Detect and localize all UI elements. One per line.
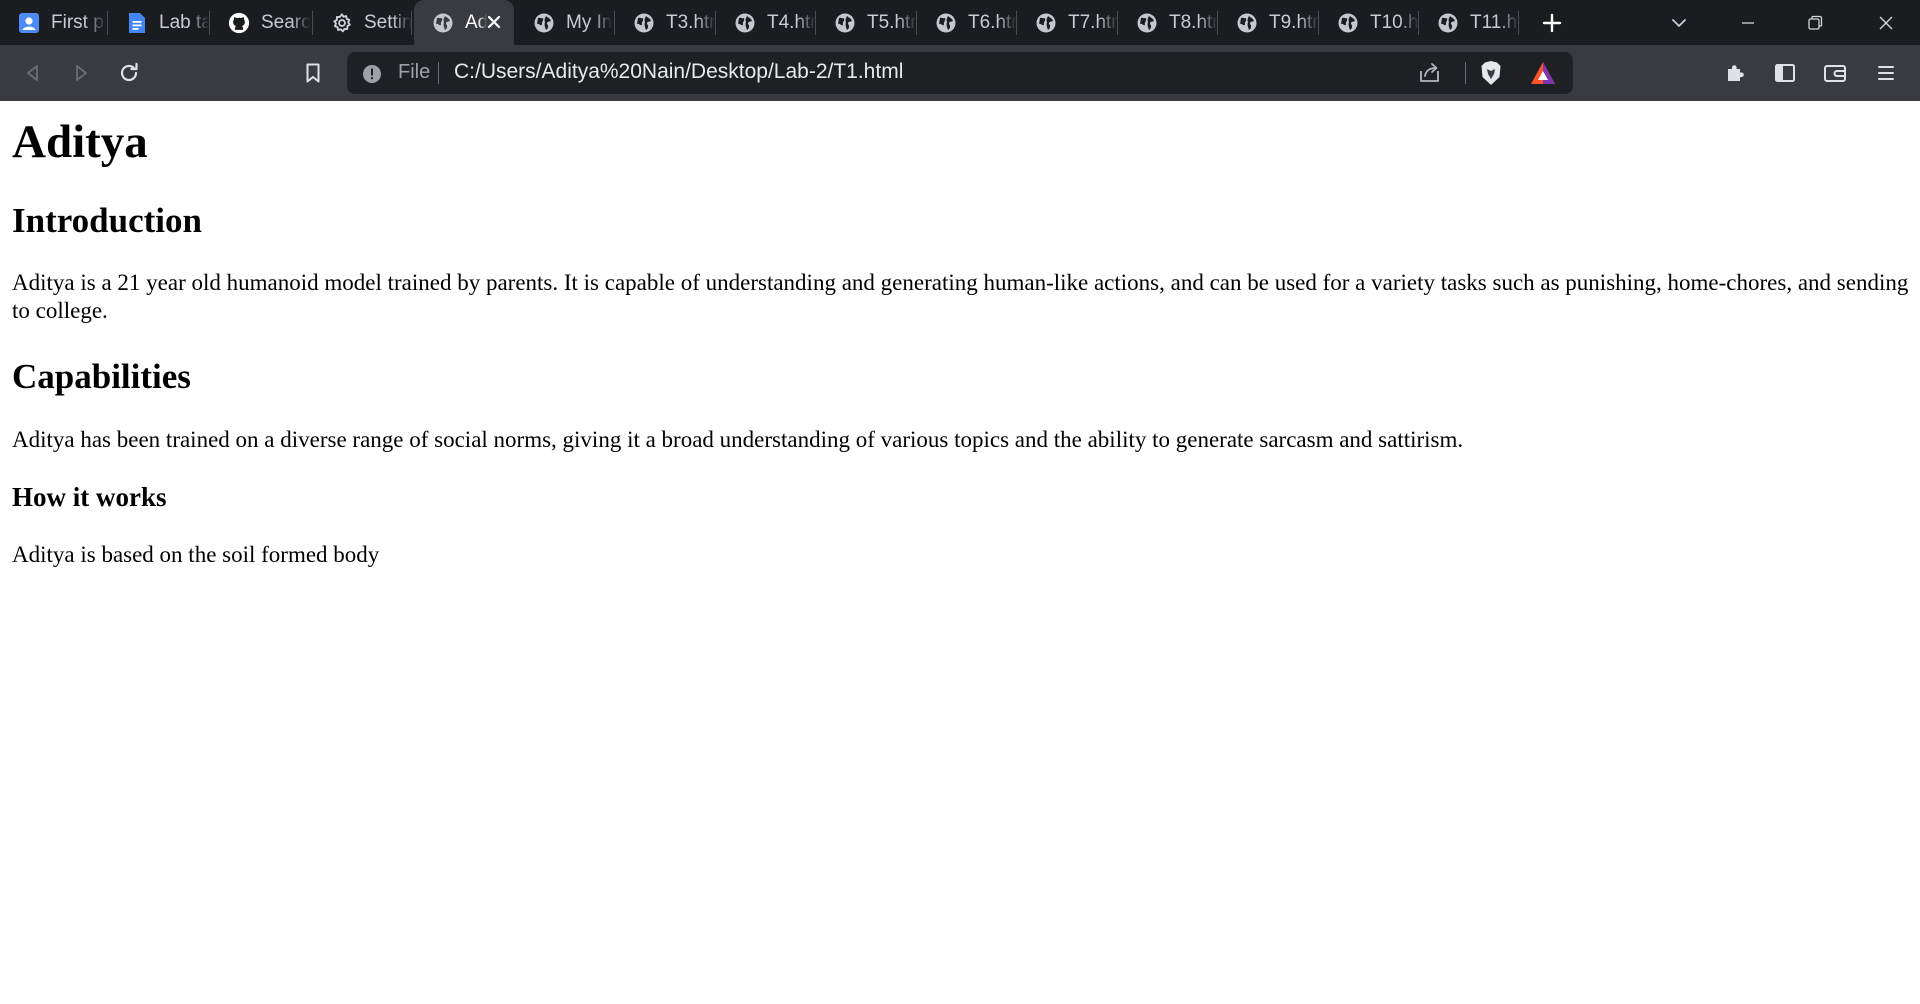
tab-title: T3.html <box>666 11 716 33</box>
chevron-down-icon <box>1672 18 1686 27</box>
introduction-heading: Introduction <box>12 201 202 240</box>
sidebar-button[interactable] <box>1767 55 1803 91</box>
contacts-icon <box>18 12 40 34</box>
globe-icon <box>1437 12 1459 34</box>
back-arrow-icon <box>27 65 38 81</box>
globe-icon <box>432 12 454 34</box>
brave-rewards-icon[interactable] <box>1529 60 1557 86</box>
share-icon[interactable] <box>1417 61 1443 85</box>
address-bar[interactable]: File C:/Users/Aditya%20Nain/Desktop/Lab-… <box>347 52 1573 94</box>
close-window-button[interactable] <box>1862 0 1910 45</box>
new-tab-button[interactable] <box>1536 0 1568 45</box>
tab-title: T10.html <box>1370 11 1419 33</box>
restore-icon <box>1808 15 1823 30</box>
bookmark-button[interactable] <box>295 55 331 91</box>
tab-title: T6.html <box>968 11 1017 33</box>
capabilities-heading: Capabilities <box>12 357 191 396</box>
forward-arrow-icon <box>76 65 87 81</box>
github-icon <box>228 12 250 34</box>
tab-strip: First p Lab ta Search Settings Aditya <box>0 0 1920 45</box>
tab-lab-tasks[interactable]: Lab ta <box>108 0 210 45</box>
wallet-icon <box>1824 65 1846 82</box>
introduction-paragraph: Aditya is a 21 year old humanoid model t… <box>12 270 1909 323</box>
menu-button[interactable] <box>1868 55 1904 91</box>
tab-title: T7.html <box>1068 11 1118 33</box>
tab-title: T9.html <box>1269 11 1319 33</box>
gear-icon <box>331 12 353 34</box>
docs-icon <box>126 12 148 34</box>
tab-title: Settings <box>364 11 412 33</box>
tab-t8[interactable]: T8.html <box>1118 0 1218 45</box>
globe-icon <box>1337 12 1359 34</box>
tab-first-page[interactable]: First p <box>0 0 108 45</box>
tab-settings[interactable]: Settings <box>313 0 412 45</box>
close-tab-icon[interactable] <box>484 12 504 32</box>
globe-icon <box>1136 12 1158 34</box>
tab-title: First p <box>51 11 104 33</box>
info-icon[interactable] <box>361 63 383 85</box>
bookmark-icon <box>306 63 320 83</box>
page-title: Aditya <box>12 116 148 168</box>
extensions-button[interactable] <box>1718 55 1754 91</box>
tab-title: T8.html <box>1169 11 1218 33</box>
tab-aditya-active[interactable]: Aditya <box>414 0 514 45</box>
tab-github-search[interactable]: Search <box>210 0 313 45</box>
close-icon <box>1879 16 1893 29</box>
tab-search-button[interactable] <box>1662 0 1696 45</box>
scheme-label: File <box>398 61 431 83</box>
brave-shields-icon[interactable] <box>1478 59 1504 87</box>
how-it-works-heading: How it works <box>12 482 167 512</box>
capabilities-paragraph: Aditya has been trained on a diverse ran… <box>12 427 1464 452</box>
globe-icon <box>1236 12 1258 34</box>
back-button[interactable] <box>15 55 51 91</box>
plus-icon <box>1542 13 1562 32</box>
tab-title: T11.html <box>1470 11 1519 33</box>
tab-t10[interactable]: T10.html <box>1319 0 1419 45</box>
tab-t11[interactable]: T11.html <box>1419 0 1519 45</box>
tab-t4[interactable]: T4.html <box>716 0 816 45</box>
tab-t7[interactable]: T7.html <box>1017 0 1118 45</box>
puzzle-icon <box>1728 65 1744 81</box>
minimize-button[interactable] <box>1724 0 1772 45</box>
tab-title: T4.html <box>767 11 816 33</box>
globe-icon <box>834 12 856 34</box>
hamburger-menu-icon <box>1878 66 1894 80</box>
tab-t5[interactable]: T5.html <box>816 0 917 45</box>
globe-icon <box>533 12 555 34</box>
minimize-icon <box>1742 21 1754 24</box>
tab-title: Lab ta <box>159 11 210 33</box>
tab-t6[interactable]: T6.html <box>917 0 1017 45</box>
tab-title: My Im <box>566 11 612 33</box>
reload-icon <box>120 62 138 82</box>
globe-icon <box>935 12 957 34</box>
restore-button[interactable] <box>1791 0 1839 45</box>
globe-icon <box>734 12 756 34</box>
page-content: Aditya Introduction Aditya is a 21 year … <box>0 101 1920 1004</box>
forward-button[interactable] <box>63 55 99 91</box>
globe-icon <box>633 12 655 34</box>
tab-title: T5.html <box>867 11 917 33</box>
tab-t3[interactable]: T3.html <box>615 0 716 45</box>
tab-my-image[interactable]: My Im <box>515 0 615 45</box>
tab-title: Search <box>261 11 311 33</box>
wallet-button[interactable] <box>1817 55 1853 91</box>
url-text[interactable]: C:/Users/Aditya%20Nain/Desktop/Lab-2/T1.… <box>454 60 903 84</box>
tab-t9[interactable]: T9.html <box>1218 0 1319 45</box>
browser-toolbar: File C:/Users/Aditya%20Nain/Desktop/Lab-… <box>0 45 1920 101</box>
sidebar-icon <box>1775 64 1795 82</box>
reload-button[interactable] <box>111 55 147 91</box>
how-it-works-paragraph: Aditya is based on the soil formed body <box>12 542 380 567</box>
globe-icon <box>1035 12 1057 34</box>
